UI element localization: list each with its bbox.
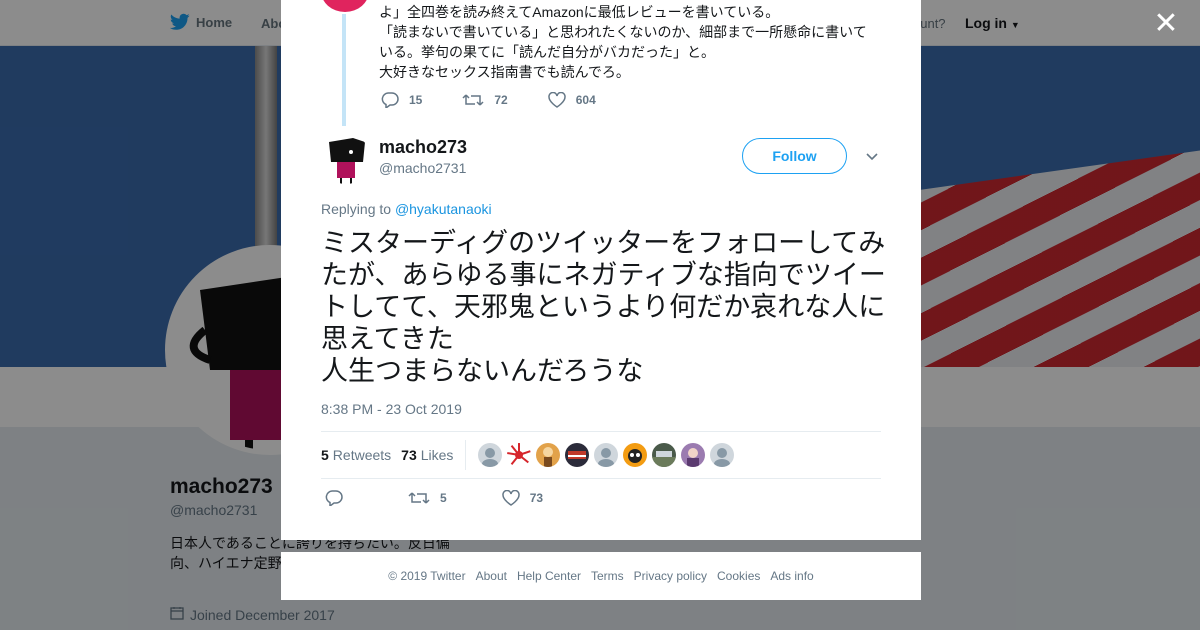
footer-help-link[interactable]: Help Center bbox=[517, 569, 581, 583]
previous-tweet-avatar[interactable] bbox=[321, 0, 369, 12]
replying-prefix: Replying to bbox=[321, 201, 392, 217]
previous-retweet-button[interactable]: 72 bbox=[462, 92, 508, 108]
previous-tweet-body: よ」全四巻を読み終えてAmazonに最低レビューを書いている。 「読まないで書い… bbox=[379, 4, 867, 80]
reply-button[interactable] bbox=[325, 490, 353, 506]
liker-avatar[interactable] bbox=[681, 443, 706, 467]
like-count: 73 bbox=[529, 491, 544, 505]
chevron-down-icon[interactable] bbox=[864, 148, 880, 164]
previous-reply-button[interactable]: 15 bbox=[381, 92, 422, 108]
tweet-modal: よ」全四巻を読み終えてAmazonに最低レビューを書いている。 「読まないで書い… bbox=[281, 0, 921, 540]
replying-to-link[interactable]: @hyakutanaoki bbox=[395, 201, 492, 217]
modal-footer: © 2019 Twitter About Help Center Terms P… bbox=[281, 552, 921, 600]
tweet-author-avatar-image bbox=[321, 134, 371, 184]
previous-like-count: 604 bbox=[575, 93, 596, 107]
previous-retweet-count: 72 bbox=[494, 93, 508, 107]
previous-tweet-text: よ」全四巻を読み終えてAmazonに最低レビューを書いている。 「読まないで書い… bbox=[379, 2, 879, 82]
tweet-actions: 5 73 bbox=[325, 490, 598, 506]
replying-to: Replying to @hyakutanaoki bbox=[321, 201, 492, 217]
liker-avatar[interactable] bbox=[594, 443, 619, 467]
liker-avatar[interactable] bbox=[507, 443, 532, 467]
stats-divider bbox=[465, 440, 467, 470]
reply-icon bbox=[381, 92, 399, 108]
retweet-icon bbox=[462, 94, 484, 106]
footer-ads-link[interactable]: Ads info bbox=[770, 569, 813, 583]
liker-avatar[interactable] bbox=[565, 443, 590, 467]
retweet-count: 5 bbox=[440, 491, 447, 505]
tweet-author-name[interactable]: macho273 bbox=[379, 137, 467, 158]
likes-stat[interactable]: 73 Likes bbox=[401, 447, 453, 463]
footer-about-link[interactable]: About bbox=[476, 569, 507, 583]
footer-privacy-link[interactable]: Privacy policy bbox=[634, 569, 707, 583]
retweets-count: 5 bbox=[321, 447, 329, 463]
tweet-author-handle[interactable]: @macho2731 bbox=[379, 160, 466, 176]
retweet-icon bbox=[408, 492, 430, 504]
footer-copyright: © 2019 Twitter bbox=[388, 569, 466, 583]
reply-icon bbox=[325, 490, 343, 506]
likes-label: Likes bbox=[420, 447, 454, 463]
footer-terms-link[interactable]: Terms bbox=[591, 569, 624, 583]
liker-avatars bbox=[478, 443, 739, 467]
likes-count: 73 bbox=[401, 447, 417, 463]
heart-icon bbox=[547, 92, 566, 108]
tweet-author-avatar[interactable] bbox=[321, 134, 371, 184]
retweets-label: Retweets bbox=[332, 447, 392, 463]
footer-cookies-link[interactable]: Cookies bbox=[717, 569, 760, 583]
thread-connector-line bbox=[342, 14, 346, 126]
liker-avatar[interactable] bbox=[478, 443, 503, 467]
liker-avatar[interactable] bbox=[652, 443, 677, 467]
liker-avatar[interactable] bbox=[536, 443, 561, 467]
like-button[interactable]: 73 bbox=[501, 490, 544, 506]
previous-reply-count: 15 bbox=[409, 93, 423, 107]
close-icon[interactable]: ✕ bbox=[1152, 9, 1180, 39]
follow-button[interactable]: Follow bbox=[742, 138, 847, 174]
retweets-stat[interactable]: 5 Retweets bbox=[321, 447, 391, 463]
liker-avatar[interactable] bbox=[623, 443, 648, 467]
tweet-timestamp[interactable]: 8:38 PM - 23 Oct 2019 bbox=[321, 401, 462, 417]
retweet-button[interactable]: 5 bbox=[408, 490, 447, 506]
liker-avatar[interactable] bbox=[710, 443, 735, 467]
previous-like-button[interactable]: 604 bbox=[547, 92, 596, 108]
tweet-stats: 5 Retweets 73 Likes bbox=[321, 431, 881, 479]
previous-tweet-actions: 15 72 604 bbox=[381, 92, 636, 108]
heart-icon bbox=[501, 490, 520, 506]
tweet-text: ミスターディグのツイッターをフォローしてみたが、あらゆる事にネガティブな指向でツ… bbox=[321, 228, 886, 386]
